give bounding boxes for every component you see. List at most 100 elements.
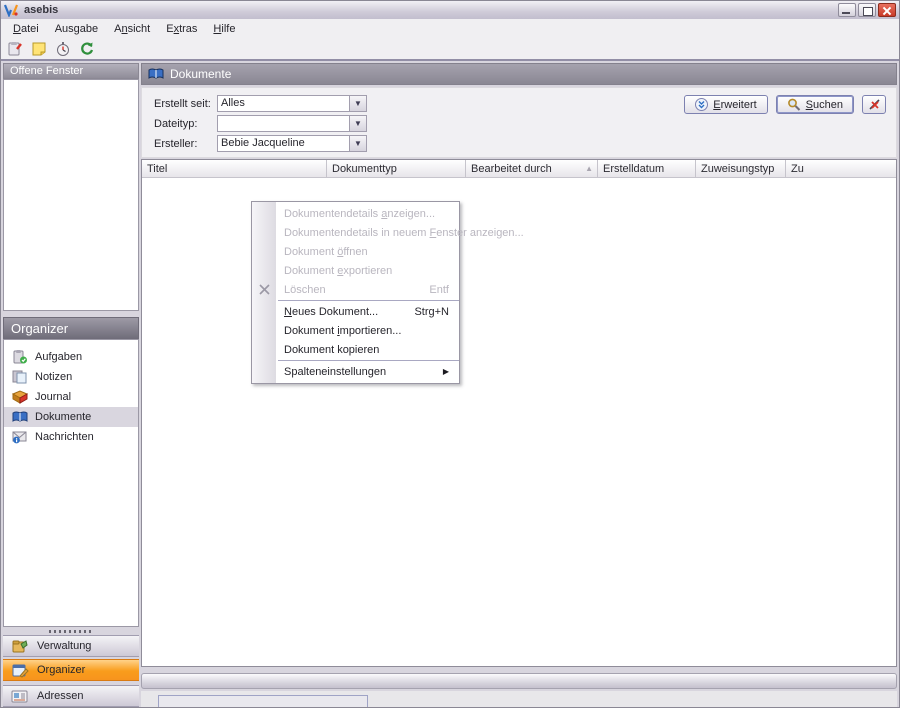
organizer-panel-title: Organizer: [11, 321, 68, 336]
sidebar-item-label: Aufgaben: [35, 351, 82, 363]
sidebar-item-label: Journal: [35, 391, 71, 403]
column-header-zu[interactable]: Zu: [786, 160, 896, 177]
menu-ansicht[interactable]: Ansicht: [106, 21, 158, 37]
column-header-titel[interactable]: Titel: [142, 160, 327, 177]
open-windows-header: Offene Fenster: [3, 63, 139, 79]
sidebar-item-label: Dokumente: [35, 411, 91, 423]
title-bar: asebis: [1, 1, 899, 20]
table-header-row: Titel Dokumenttyp Bearbeitet durch ▲ Ers…: [142, 160, 896, 178]
menu-item-neues-dokument[interactable]: Neues Dokument... Strg+N: [252, 302, 459, 321]
admin-icon: [11, 639, 29, 654]
combobox-value: Bebie Jacqueline: [218, 136, 349, 151]
filter-row-dateityp: Dateityp: ▼: [154, 115, 367, 132]
chevron-down-icon[interactable]: ▼: [349, 96, 366, 111]
menu-item-details-anzeigen[interactable]: Dokumentendetails anzeigen...: [252, 204, 459, 223]
filter-panel: Erstellt seit: Alles ▼ Dateityp: ▼ Erste…: [141, 87, 897, 158]
restore-button[interactable]: [858, 3, 876, 17]
menu-item-dokument-kopieren[interactable]: Dokument kopieren: [252, 340, 459, 359]
stopwatch-icon: [55, 41, 71, 57]
column-header-zuweisungstyp[interactable]: Zuweisungstyp: [696, 160, 786, 177]
new-task-button[interactable]: [4, 40, 26, 58]
filter-label: Ersteller:: [154, 138, 217, 150]
menu-item-dokument-exportieren[interactable]: Dokument exportieren: [252, 261, 459, 280]
nav-button-label: Organizer: [37, 664, 85, 676]
organizer-item-list: Aufgaben Notizen Journal: [3, 339, 139, 627]
filter-label: Dateityp:: [154, 118, 217, 130]
clear-filter-icon: [868, 98, 881, 111]
app-logo-icon: [4, 4, 19, 17]
clear-search-button[interactable]: [862, 95, 886, 114]
menu-item-details-neues-fenster[interactable]: Dokumentendetails in neuem Fenster anzei…: [252, 223, 459, 242]
close-button[interactable]: [878, 3, 896, 17]
messages-icon: [12, 430, 28, 444]
menu-item-dokument-oeffnen[interactable]: Dokument öffnen: [252, 242, 459, 261]
sidebar-item-dokumente[interactable]: Dokumente: [4, 407, 138, 427]
sidebar-item-nachrichten[interactable]: Nachrichten: [4, 427, 138, 447]
erstellt-seit-combobox[interactable]: Alles ▼: [217, 95, 367, 112]
delete-x-icon: [256, 282, 272, 297]
new-task-icon: [7, 41, 23, 57]
menu-ausgabe[interactable]: Ausgabe: [47, 21, 106, 37]
status-bar: [141, 691, 897, 707]
documents-icon: [12, 410, 28, 424]
restore-icon: [863, 7, 873, 16]
nav-button-adressen[interactable]: Adressen: [3, 685, 139, 707]
search-icon: [787, 98, 801, 111]
sidebar: Offene Fenster Organizer Aufgaben: [3, 61, 139, 707]
chevron-down-icon[interactable]: ▼: [349, 116, 366, 131]
shortcut-label: Entf: [409, 284, 449, 296]
new-note-icon: [31, 41, 47, 57]
erweitert-button[interactable]: Erweitert: [684, 95, 767, 114]
app-window: asebis Datei Ausgabe Ansicht Extras Hilf…: [0, 0, 900, 708]
suchen-label: Suchen: [806, 99, 843, 111]
journal-icon: [12, 390, 28, 404]
menu-extras[interactable]: Extras: [158, 21, 205, 37]
refresh-button[interactable]: [76, 40, 98, 58]
menu-item-spalteneinstellungen[interactable]: Spalteneinstellungen ▶: [252, 362, 459, 381]
sidebar-item-aufgaben[interactable]: Aufgaben: [4, 347, 138, 367]
column-header-bearbeitet-durch[interactable]: Bearbeitet durch ▲: [466, 160, 598, 177]
nav-button-verwaltung[interactable]: Verwaltung: [3, 635, 139, 657]
dateityp-combobox[interactable]: ▼: [217, 115, 367, 132]
open-windows-list[interactable]: [3, 79, 139, 311]
minimize-button[interactable]: [838, 3, 856, 17]
refresh-icon: [79, 41, 95, 57]
column-header-erstelldatum[interactable]: Erstelldatum: [598, 160, 696, 177]
status-progress-box: [158, 695, 368, 708]
notes-icon: [12, 370, 28, 384]
menu-datei[interactable]: Datei: [5, 21, 47, 37]
tasks-icon: [12, 350, 28, 364]
sidebar-splitter[interactable]: [3, 627, 139, 635]
column-header-dokumenttyp[interactable]: Dokumenttyp: [327, 160, 466, 177]
expand-double-chevron-icon: [695, 98, 708, 111]
organizer-panel-header: Organizer: [3, 317, 139, 339]
nav-button-organizer[interactable]: Organizer: [3, 659, 139, 681]
sidebar-item-label: Notizen: [35, 371, 72, 383]
filter-row-erstellt-seit: Erstellt seit: Alles ▼: [154, 95, 367, 112]
erweitert-label: Erweitert: [713, 99, 756, 111]
minimize-icon: [842, 12, 850, 14]
open-windows-title: Offene Fenster: [10, 65, 83, 77]
menu-hilfe[interactable]: Hilfe: [205, 21, 243, 37]
sidebar-item-label: Nachrichten: [35, 431, 94, 443]
nav-button-label: Verwaltung: [37, 640, 91, 652]
splitter-grip-icon: [49, 630, 93, 633]
filter-label: Erstellt seit:: [154, 98, 217, 110]
menu-item-loeschen[interactable]: Löschen Entf: [252, 280, 459, 299]
chevron-down-icon[interactable]: ▼: [349, 136, 366, 151]
main-area: Dokumente Erstellt seit: Alles ▼ Dateity…: [141, 63, 897, 707]
stopwatch-button[interactable]: [52, 40, 74, 58]
submenu-arrow-icon: ▶: [443, 367, 449, 376]
ersteller-combobox[interactable]: Bebie Jacqueline ▼: [217, 135, 367, 152]
context-menu: Dokumentendetails anzeigen... Dokumenten…: [251, 201, 460, 384]
suchen-button[interactable]: Suchen: [776, 95, 854, 114]
menu-item-dokument-importieren[interactable]: Dokument importieren...: [252, 321, 459, 340]
organizer-icon: [11, 663, 29, 678]
window-title: asebis: [24, 4, 58, 16]
combobox-value: Alles: [218, 96, 349, 111]
menu-bar: Datei Ausgabe Ansicht Extras Hilfe: [1, 19, 899, 39]
new-note-button[interactable]: [28, 40, 50, 58]
sidebar-item-notizen[interactable]: Notizen: [4, 367, 138, 387]
shortcut-label: Strg+N: [394, 306, 449, 318]
sidebar-item-journal[interactable]: Journal: [4, 387, 138, 407]
